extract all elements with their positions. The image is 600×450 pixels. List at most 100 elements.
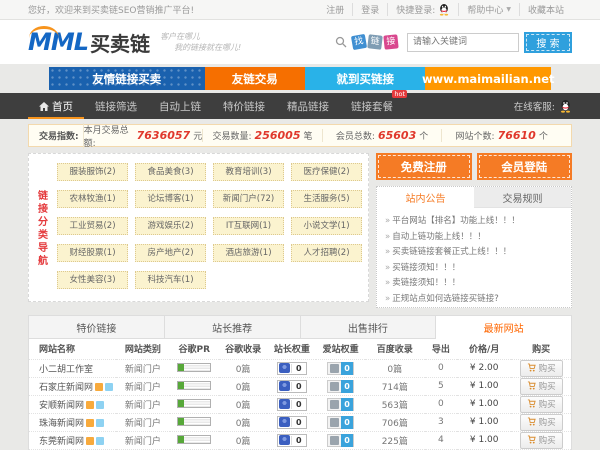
category-link[interactable]: 服装服饰(2) [57,163,128,181]
nav-item-home[interactable]: 首页 [28,93,84,119]
site-name-link[interactable]: 珠海新闻网 [39,419,84,429]
aizhan-icon [330,382,339,391]
tab-webmaster-recommend[interactable]: 站长推荐 [165,316,301,338]
stats-title: 交易指数: [39,129,79,142]
nav-item-auto-link[interactable]: 自动上链 [148,93,212,119]
gold-badge-icon [86,437,94,445]
register-link[interactable]: 注册 [318,3,353,16]
category-link[interactable]: 农林牧渔(1) [57,190,128,208]
category-link[interactable]: 女性美容(3) [57,271,128,289]
category-link[interactable]: 生活服务(5) [291,190,362,208]
nav-item-link-filter[interactable]: 链接筛选 [84,93,148,119]
qq-icon[interactable] [438,3,450,16]
help-center-link[interactable]: 帮助中心 ▼ [459,3,520,16]
site-category: 新闻门户 [116,395,170,413]
tile-icon: 接 [383,34,398,49]
site-name-link[interactable]: 安顺新闻网 [39,401,84,411]
site-name-link[interactable]: 石家庄新闻网 [39,383,93,393]
quick-login[interactable]: 快捷登录: [388,3,459,16]
cart-icon [527,363,536,372]
google-pr-bar [177,381,211,390]
announcement-item[interactable]: »自动上链功能上线！！！ [385,230,563,246]
tab-sales-ranking[interactable]: 出售排行 [301,316,437,338]
nav-item-premium-links[interactable]: 精品链接 [276,93,340,119]
search-button[interactable]: 搜 索 [524,32,572,53]
banner-segment-2[interactable]: 友链交易 [205,67,305,90]
site-name-link[interactable]: 东莞新闻网 [39,437,84,447]
topbar: 您好，欢迎来到买卖链SEO营销推广平台! 注册 登录 快捷登录: 帮助中心 ▼ … [0,0,600,20]
category-link[interactable]: 教育培训(3) [213,163,284,181]
cart-icon [527,417,536,426]
aizhan-weight-badge: 0 [327,362,354,375]
aizhan-icon [330,400,339,409]
category-link[interactable]: IT互联网(1) [213,217,284,235]
bookmark-link[interactable]: 收藏本站 [520,3,572,16]
bullet-icon: » [385,232,390,242]
blue-badge-icon [105,383,113,391]
category-side-label: 链接分类导航 [33,163,53,295]
tab-special-links[interactable]: 特价链接 [29,316,165,338]
announcement-item[interactable]: »卖链接须知！！！ [385,276,563,292]
announcement-item[interactable]: »正规站点如何选链接买链接? [385,292,563,308]
tab-trade-rules[interactable]: 交易规则 [474,187,571,208]
webmaster-weight-badge: 0 [277,380,307,393]
google-index: 0篇 [219,431,268,449]
buy-button[interactable]: 购买 [520,360,563,377]
google-index: 0篇 [219,413,268,431]
banner-segment-1[interactable]: 友情链接买卖 [49,67,205,90]
category-link[interactable]: 医疗保健(2) [291,163,362,181]
announcement-item[interactable]: »买卖链链接套餐正式上线！！！ [385,245,563,261]
search-icon [335,36,347,48]
announcement-item[interactable]: »买链接须知！！！ [385,261,563,277]
buy-button[interactable]: 购买 [520,378,563,395]
google-pr-bar [177,417,211,426]
category-link[interactable]: 游戏娱乐(2) [135,217,206,235]
stat-site-count: 网站个数:76610个 [441,129,561,142]
nav-item-link-packages[interactable]: 链接套餐 hot [340,93,404,119]
category-link[interactable]: 房产地产(2) [135,244,206,262]
gold-badge-icon [86,419,94,427]
webmaster-weight-badge: 0 [277,434,307,447]
buy-button[interactable]: 购买 [520,396,563,413]
cart-icon [527,399,536,408]
outlinks: 3 [425,413,458,431]
login-link[interactable]: 登录 [353,3,388,16]
category-link[interactable]: 新闻门户(72) [213,190,284,208]
free-register-button[interactable]: 免费注册 [376,153,472,180]
category-link[interactable]: 工业贸易(2) [57,217,128,235]
google-pr-bar [177,399,211,408]
banner-segment-url[interactable]: www.maimailian.net [425,67,551,90]
announcement-item[interactable]: »平台网站【排名】功能上线！！！ [385,214,563,230]
search-input[interactable] [407,33,519,52]
aizhan-weight-badge: 0 [327,434,354,447]
blue-badge-icon [96,401,104,409]
site-name-link[interactable]: 小二胡工作室 [39,365,93,375]
baidu-index: 714篇 [365,377,425,395]
aizhan-icon [330,436,339,445]
tab-site-announcements[interactable]: 站内公告 [377,187,474,208]
category-link[interactable]: 论坛博客(1) [135,190,206,208]
banner-segment-3[interactable]: 就到买链接 [305,67,425,90]
category-link[interactable]: 小说文学(1) [291,217,362,235]
buy-button[interactable]: 购买 [520,414,563,431]
caret-down-icon: ▼ [506,6,511,13]
bullet-icon: » [385,263,390,273]
category-link[interactable]: 酒店旅游(1) [213,244,284,262]
category-link[interactable]: 人才招聘(2) [291,244,362,262]
buy-button[interactable]: 购买 [520,432,563,449]
announcement-list: »平台网站【排名】功能上线！！！ »自动上链功能上线！！！ »买卖链链接套餐正式… [377,208,571,307]
category-link[interactable]: 食品美食(3) [135,163,206,181]
online-service[interactable]: 在线客服: [514,93,572,119]
baidu-index: 563篇 [365,395,425,413]
home-icon [39,102,49,111]
tab-newest-sites[interactable]: 最新网站 [436,316,571,339]
category-link[interactable]: 财经股票(1) [57,244,128,262]
sites-table: 网站名称 网站类别 谷歌PR 谷歌收录 站长权重 爱站权重 百度收录 导出 价格… [29,339,571,450]
qq-icon[interactable] [559,99,572,113]
category-link[interactable]: 科技汽车(1) [135,271,206,289]
nav-item-special-links[interactable]: 特价链接 [212,93,276,119]
category-grid: 服装服饰(2) 食品美食(3) 教育培训(3) 医疗保健(2) 农林牧渔(1) … [53,163,362,295]
price: ¥ 2.00 [457,359,511,377]
member-login-button[interactable]: 会员登陆 [477,153,573,180]
google-index: 0篇 [219,377,268,395]
